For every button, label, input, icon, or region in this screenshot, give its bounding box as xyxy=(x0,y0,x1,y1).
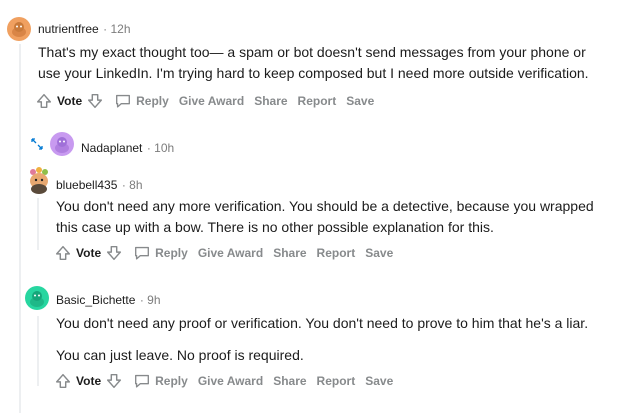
share-button[interactable]: Share xyxy=(273,246,306,260)
comment-paragraph: That's my exact thought too— a spam or b… xyxy=(38,44,589,81)
comment-body: That's my exact thought too— a spam or b… xyxy=(38,42,598,84)
speech-bubble-icon xyxy=(116,94,131,108)
downvote-arrow-icon[interactable] xyxy=(105,244,123,262)
thread-line[interactable] xyxy=(37,316,39,386)
comment-actions: Vote Reply Give Award Share Report Save xyxy=(35,89,374,113)
timestamp[interactable]: · 10h xyxy=(147,141,174,155)
username[interactable]: nutrientfree xyxy=(38,22,99,36)
reply-button[interactable]: Reply xyxy=(133,372,188,390)
comment-actions: Vote Reply Give Award Share Report Save xyxy=(54,241,393,265)
vote-label: Vote xyxy=(57,94,83,108)
snoo-avatar-icon xyxy=(30,291,44,307)
give-award-button[interactable]: Give Award xyxy=(179,94,244,108)
username[interactable]: Basic_Bichette xyxy=(56,293,135,307)
username[interactable]: Nadaplanet xyxy=(81,141,142,155)
snoo-avatar-icon xyxy=(12,22,26,37)
avatar[interactable] xyxy=(26,166,52,194)
save-button[interactable]: Save xyxy=(365,374,393,388)
report-button[interactable]: Report xyxy=(317,374,356,388)
thread-line[interactable] xyxy=(37,198,39,250)
downvote-arrow-icon[interactable] xyxy=(105,372,123,390)
snoo-avatar-icon xyxy=(55,137,69,153)
speech-bubble-icon xyxy=(135,246,150,260)
expand-arrows-icon[interactable] xyxy=(30,137,44,151)
avatar[interactable] xyxy=(7,17,31,41)
vote-label: Vote xyxy=(76,374,102,388)
comment-actions: Vote Reply Give Award Share Report Save xyxy=(54,369,393,393)
snoo-avatar-icon xyxy=(30,167,48,194)
upvote-arrow-icon[interactable] xyxy=(54,244,72,262)
vote-label: Vote xyxy=(76,246,102,260)
comment-body: You don't need any more verification. Yo… xyxy=(56,196,601,238)
avatar[interactable] xyxy=(50,132,74,156)
comment-body: You don't need any proof or verification… xyxy=(56,313,601,366)
upvote-arrow-icon[interactable] xyxy=(35,92,53,110)
reply-button[interactable]: Reply xyxy=(133,244,188,262)
timestamp[interactable]: · 8h xyxy=(122,178,143,192)
give-award-button[interactable]: Give Award xyxy=(198,246,263,260)
upvote-arrow-icon[interactable] xyxy=(54,372,72,390)
timestamp[interactable]: · 9h xyxy=(140,293,161,307)
avatar[interactable] xyxy=(25,286,49,310)
save-button[interactable]: Save xyxy=(346,94,374,108)
save-button[interactable]: Save xyxy=(365,246,393,260)
report-button[interactable]: Report xyxy=(317,246,356,260)
share-button[interactable]: Share xyxy=(254,94,287,108)
reply-label: Reply xyxy=(155,374,188,388)
comment-paragraph: You don't need any proof or verification… xyxy=(56,315,589,331)
comment-paragraph: You don't need any more verification. Yo… xyxy=(56,198,594,235)
report-button[interactable]: Report xyxy=(298,94,337,108)
reply-label: Reply xyxy=(155,246,188,260)
downvote-arrow-icon[interactable] xyxy=(86,92,104,110)
comment-paragraph: You can just leave. No proof is required… xyxy=(56,347,304,363)
share-button[interactable]: Share xyxy=(273,374,306,388)
username[interactable]: bluebell435 xyxy=(56,178,117,192)
thread-line[interactable] xyxy=(19,44,21,413)
reply-label: Reply xyxy=(136,94,169,108)
speech-bubble-icon xyxy=(135,374,150,388)
reply-button[interactable]: Reply xyxy=(114,92,169,110)
timestamp[interactable]: · 12h xyxy=(103,22,130,36)
give-award-button[interactable]: Give Award xyxy=(198,374,263,388)
